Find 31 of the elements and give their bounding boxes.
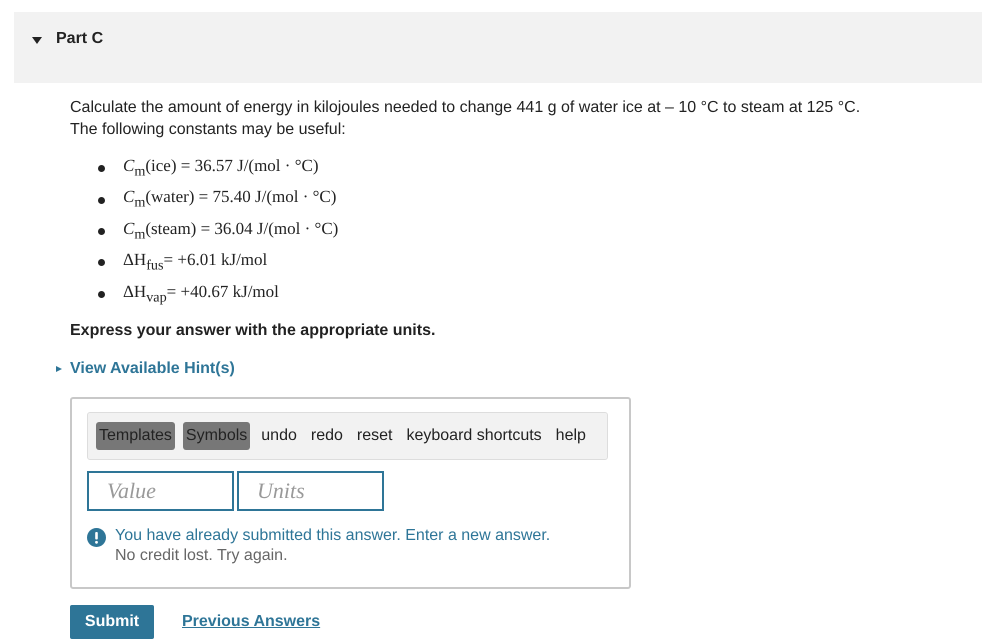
hint-link[interactable]: View Available Hint(s) [56,360,235,378]
submit-button[interactable]: Submit [70,604,154,639]
bullet-icon [98,290,105,298]
constant-text: ΔH$_{vap}$= +40.67 kJ/mol [123,280,279,307]
answer-field[interactable]: Units [237,470,384,511]
feedback-message: You have already submitted this answer. Enter a new answer. [115,526,550,545]
menu-button[interactable]: Symbols [182,422,250,450]
previous-answers-link[interactable]: Previous Answers [182,612,320,631]
toolbar-button[interactable]: help [552,422,589,450]
toolbar-button[interactable]: redo [308,422,346,450]
toolbar-button[interactable]: undo [258,422,300,450]
constant-text: C$_{m}$(water) = 75.40 J/(mol · °C) [123,186,336,213]
feedback-note: No credit lost. Try again. [115,546,289,565]
instruction-text: Express your answer with the appropriate units. [70,322,436,340]
constant-text: C$_{m}$(steam) = 36.04 J/(mol · °C) [123,218,338,244]
question-text: The following constants may be useful: [70,120,347,140]
bullet-icon [98,196,105,204]
menu-button[interactable]: Templates [96,422,175,450]
part-header[interactable]: Part C [14,12,982,83]
caret-icon [56,364,62,374]
alert-icon [87,528,106,547]
constant-text: C$_{m}$(ice) = 36.57 J/(mol · °C) [123,155,318,182]
bullet-icon [98,259,105,266]
part-title: Part C [56,30,104,48]
bullet-icon [98,228,105,235]
question-text: Calculate the amount of energy in kilojoules needed to change 441 g of water ice at – 10 °C to steam at 125 °C. [70,98,862,118]
toolbar-button[interactable]: reset [354,422,396,450]
toolbar-button[interactable]: keyboard shortcuts [403,422,545,450]
answer-field[interactable]: Value [87,470,234,511]
constant-text: ΔH$_{fus}$= +6.01 kJ/mol [123,249,268,276]
bullet-icon [98,165,105,172]
